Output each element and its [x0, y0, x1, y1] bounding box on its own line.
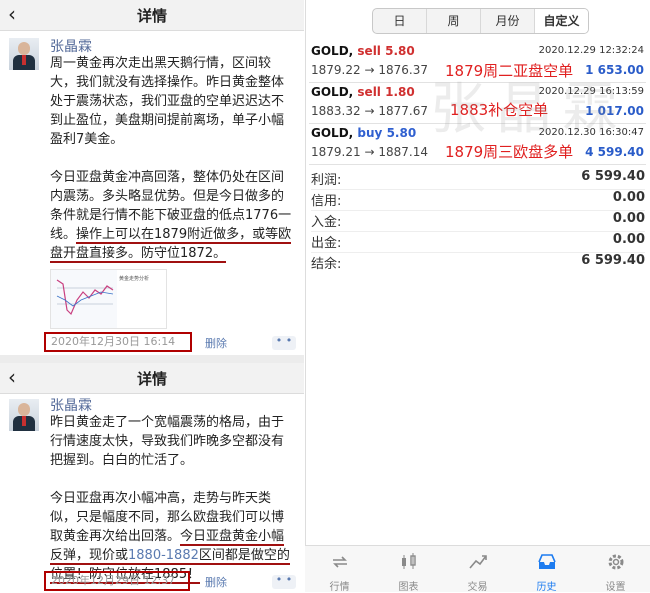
summary-deposit: 入金: 0.00	[311, 210, 645, 232]
page-title: 详情	[136, 7, 167, 25]
summary-label: 结余:	[311, 257, 342, 272]
summary-label: 信用:	[311, 194, 342, 209]
divider	[0, 355, 304, 363]
summary-value: 6 599.40	[581, 253, 645, 268]
summary-value: 0.00	[612, 211, 645, 226]
watermark: 张晶霖 策划	[430, 77, 650, 142]
tab-chart[interactable]: 图表	[374, 546, 443, 593]
order-symbol: GOLD,	[311, 44, 354, 58]
arrow-icon: →	[364, 145, 375, 159]
chart-thumbnail-graphic	[51, 270, 117, 328]
author-name[interactable]: 张晶霖	[50, 36, 92, 56]
close-price: 1887.14	[378, 145, 428, 159]
avatar[interactable]	[9, 399, 39, 431]
post-body: 周一黄金再次走出黑天鹅行情，区间较大，我们就没有选择操作。昨日黄金整体处于震荡状…	[50, 54, 296, 263]
tab-bar: 行情 图表 交易 历史 设置	[305, 545, 650, 593]
post-timestamp: 2020年12月30日 16:14	[44, 332, 192, 352]
post-panel-top: ‹ 详情 张晶霖 周一黄金再次走出黑天鹅行情，区间较大，我们就没有选择操作。昨日…	[0, 0, 304, 355]
history-icon	[537, 554, 556, 569]
summary-label: 出金:	[311, 236, 342, 251]
nav-bar: ‹ 详情	[0, 363, 304, 394]
order-date: 2020.12.29 12:32:24	[538, 45, 644, 56]
order-side: sell	[357, 85, 381, 99]
summary-value: 0.00	[612, 190, 645, 205]
order-title: GOLD, buy 5.80	[311, 126, 416, 140]
summary-credit: 信用: 0.00	[311, 189, 645, 211]
period-selector: 日 周 月份 自定义	[372, 8, 589, 34]
post-paragraph: 昨日黄金走了一个宽幅震荡的格局，由于行情速度太快，导致我们昨晚多空都没有把握到。…	[50, 415, 285, 468]
order-symbol: GOLD,	[311, 126, 354, 140]
order-prices: 1883.32 → 1877.67	[311, 104, 428, 118]
order-lots: 5.80	[385, 44, 415, 58]
order-symbol: GOLD,	[311, 85, 354, 99]
page-title: 详情	[136, 370, 167, 388]
post-paragraph: 今日亚盘黄金冲高回落，整体仍处在区间内震荡。多头略显优势。但是今日做多的条件就是…	[50, 168, 296, 263]
delete-button[interactable]: 删除	[205, 335, 227, 351]
delete-button[interactable]: 删除	[205, 574, 227, 590]
summary-value: 6 599.40	[581, 169, 645, 184]
post-paragraph: 周一黄金再次走出黑天鹅行情，区间较大，我们就没有选择操作。昨日黄金整体处于震荡状…	[50, 56, 285, 147]
author-name[interactable]: 张晶霖	[50, 395, 92, 415]
tab-settings[interactable]: 设置	[581, 546, 650, 593]
segment-day[interactable]: 日	[373, 9, 427, 33]
segment-week[interactable]: 周	[427, 9, 481, 33]
order-side: sell	[357, 44, 381, 58]
trade-icon	[468, 555, 487, 569]
thumbnail-caption: 黄金走势分析	[119, 276, 150, 282]
chart-icon	[401, 553, 416, 569]
order-title: GOLD, sell 1.80	[311, 85, 415, 99]
post-timestamp: 2020年12月29日 12:37	[44, 571, 190, 591]
post-paragraph: 今日亚盘再次小幅冲高，走势与昨天类似，只是幅度不同，那么欧盘我们可以博取黄金再次…	[50, 489, 296, 584]
order-side: buy	[357, 126, 383, 140]
summary-balance: 结余: 6 599.40	[311, 252, 645, 273]
open-price: 1879.22	[311, 63, 361, 77]
underlined-text: 操作上可以在1879附近做多，或等欧盘开盘直接多。防守位1872。	[50, 227, 292, 263]
chart-thumbnail[interactable]: 黄金走势分析	[50, 269, 167, 329]
more-button[interactable]: • •	[272, 574, 296, 589]
order-prices: 1879.21 → 1887.14	[311, 145, 428, 159]
more-button[interactable]: • •	[272, 335, 296, 350]
open-price: 1883.32	[311, 104, 361, 118]
order-lots: 5.80	[386, 126, 417, 140]
settings-icon	[608, 554, 623, 570]
arrow-icon: →	[364, 63, 375, 77]
tab-trade[interactable]: 交易	[443, 546, 512, 593]
quotes-icon	[332, 556, 347, 568]
summary-profit: 利润: 6 599.40	[311, 168, 645, 190]
order-profit: 4 599.40	[585, 145, 644, 159]
order-lots: 1.80	[385, 85, 415, 99]
arrow-icon: →	[364, 104, 375, 118]
post-panel-bottom: ‹ 详情 张晶霖 昨日黄金走了一个宽幅震荡的格局，由于行情速度太快，导致我们昨晚…	[0, 363, 304, 591]
order-prices: 1879.22 → 1876.37	[311, 63, 428, 77]
post-body: 昨日黄金走了一个宽幅震荡的格局，由于行情速度太快，导致我们昨晚多空都没有把握到。…	[50, 413, 296, 584]
tab-history[interactable]: 历史	[512, 546, 581, 593]
summary-label: 入金:	[311, 215, 342, 230]
close-price: 1877.67	[378, 104, 428, 118]
close-price: 1876.37	[378, 63, 428, 77]
summary-withdrawal: 出金: 0.00	[311, 231, 645, 253]
summary-value: 0.00	[612, 232, 645, 247]
segment-custom[interactable]: 自定义	[535, 9, 588, 33]
avatar[interactable]	[9, 38, 39, 70]
segment-month[interactable]: 月份	[481, 9, 535, 33]
summary-label: 利润:	[311, 173, 342, 188]
tab-quotes[interactable]: 行情	[305, 546, 374, 593]
open-price: 1879.21	[311, 145, 361, 159]
order-title: GOLD, sell 5.80	[311, 44, 415, 58]
price-range-link[interactable]: 1880-1882	[128, 548, 199, 565]
nav-bar: ‹ 详情	[0, 0, 304, 31]
